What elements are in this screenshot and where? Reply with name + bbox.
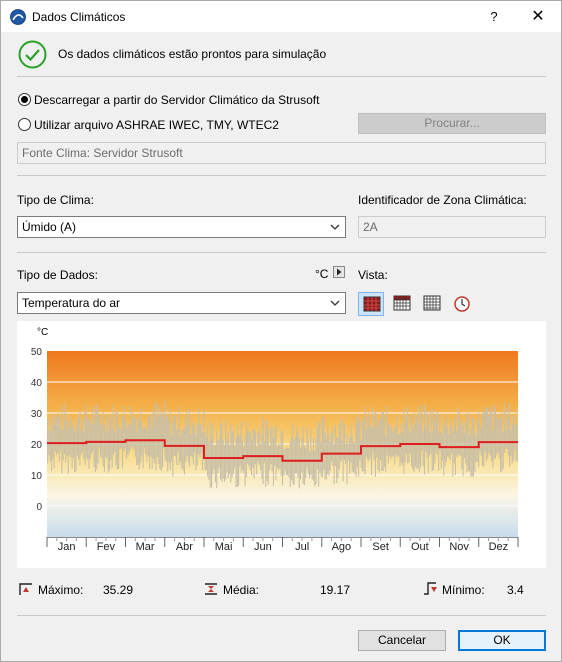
zone-id-label: Identificador de Zona Climática: [358, 193, 527, 207]
chart-y-tick-label: 50 [31, 347, 43, 358]
chart-y-tick-label: 30 [31, 409, 43, 420]
data-type-label: Tipo de Dados: [17, 268, 98, 282]
chart-x-tick-label: Nov [449, 541, 469, 553]
chart-x-tick-label: Fev [97, 541, 116, 553]
chart-y-axis: 50 40 30 20 10 0 [31, 347, 43, 513]
daily-grid-icon [393, 295, 411, 311]
climate-type-value: Úmido (A) [22, 220, 77, 234]
radio-server[interactable] [18, 93, 31, 106]
browse-button[interactable]: Procurar... [358, 113, 546, 134]
cancel-button[interactable]: Cancelar [358, 630, 446, 651]
window-title: Dados Climáticos [32, 10, 126, 24]
chart-x-axis: Jan Fev Mar Abr Mai Jun Jul Ago Set Out Nov Dez [46, 537, 519, 553]
chart-x-tick-label: Dez [489, 541, 509, 553]
chart-x-tick-label: Ago [332, 541, 352, 553]
monthly-grid-icon [363, 296, 381, 312]
data-type-value: Temperatura do ar [22, 296, 121, 310]
check-circle-icon [18, 40, 47, 69]
mean-icon [205, 583, 217, 595]
maximum-icon [19, 583, 32, 595]
chart-y-tick-label: 10 [31, 471, 43, 482]
radio-file[interactable] [18, 118, 31, 131]
temperature-chart: °C 50 40 30 20 10 0 Jan Fev Mar Abr Mai Jun Jul Ago S… [17, 321, 546, 568]
close-button[interactable]: ✕ [515, 1, 561, 32]
view-clock-button[interactable] [449, 292, 475, 316]
chart-canvas: °C 50 40 30 20 10 0 Jan Fev Mar Abr Mai Jun Jul Ago S… [31, 327, 519, 553]
view-daily-button[interactable] [389, 292, 415, 316]
zone-id-field: 2A [358, 216, 546, 238]
chart-x-tick-label: Abr [176, 541, 193, 553]
ok-button[interactable]: OK [458, 630, 546, 651]
status-message: Os dados climáticos estão prontos para s… [58, 47, 327, 61]
minimum-icon [424, 582, 437, 595]
chart-x-tick-label: Out [411, 541, 429, 553]
divider [17, 175, 546, 176]
mean-value: 19.17 [320, 583, 351, 597]
chart-x-tick-label: Jul [295, 541, 309, 553]
chart-x-tick-label: Jun [254, 541, 272, 553]
chart-y-tick-label: 0 [36, 502, 42, 513]
source-field: Fonte Clima: Servidor Strusoft [17, 142, 546, 164]
maximum-label: Máximo: [38, 583, 84, 597]
minimum-value: 3.4 [507, 583, 524, 597]
hourly-grid-icon [423, 295, 441, 311]
minimum-label: Mínimo: [442, 583, 485, 597]
climate-type-label: Tipo de Clima: [17, 193, 94, 207]
chart-x-tick-label: Mar [136, 541, 155, 553]
mean-label: Média: [223, 583, 260, 597]
radio-server-label[interactable]: Descarregar a partir do Servidor Climáti… [34, 93, 319, 107]
maximum-value: 35.29 [103, 583, 134, 597]
radio-file-label[interactable]: Utilizar arquivo ASHRAE IWEC, TMY, WTEC2 [34, 118, 279, 132]
climate-type-select[interactable]: Úmido (A) [17, 216, 346, 238]
chevron-down-icon [330, 224, 340, 230]
divider [17, 615, 546, 616]
data-type-select[interactable]: Temperatura do ar [17, 292, 346, 314]
chart-x-tick-label: Mai [215, 541, 233, 553]
title-bar: Dados Climáticos ? ✕ [1, 1, 561, 32]
divider [17, 76, 546, 77]
help-button[interactable]: ? [477, 1, 511, 32]
chart-y-tick-label: 20 [31, 440, 43, 451]
view-monthly-button[interactable] [358, 292, 384, 316]
unit-toggle-button[interactable] [333, 266, 345, 278]
unit-label: °C [315, 267, 329, 281]
chart-x-tick-label: Jan [58, 541, 76, 553]
clock-icon [454, 296, 470, 312]
chevron-right-icon [337, 268, 342, 276]
chart-x-tick-label: Set [372, 541, 389, 553]
divider [17, 252, 546, 253]
chart-unit-label: °C [37, 327, 48, 338]
chevron-down-icon [330, 300, 340, 306]
view-label: Vista: [358, 268, 388, 282]
chart-y-tick-label: 40 [31, 378, 43, 389]
view-hourly-button[interactable] [419, 292, 445, 316]
climate-data-dialog: Dados Climáticos ? ✕ Os dados climáticos… [0, 0, 562, 662]
app-logo-icon [10, 9, 26, 25]
